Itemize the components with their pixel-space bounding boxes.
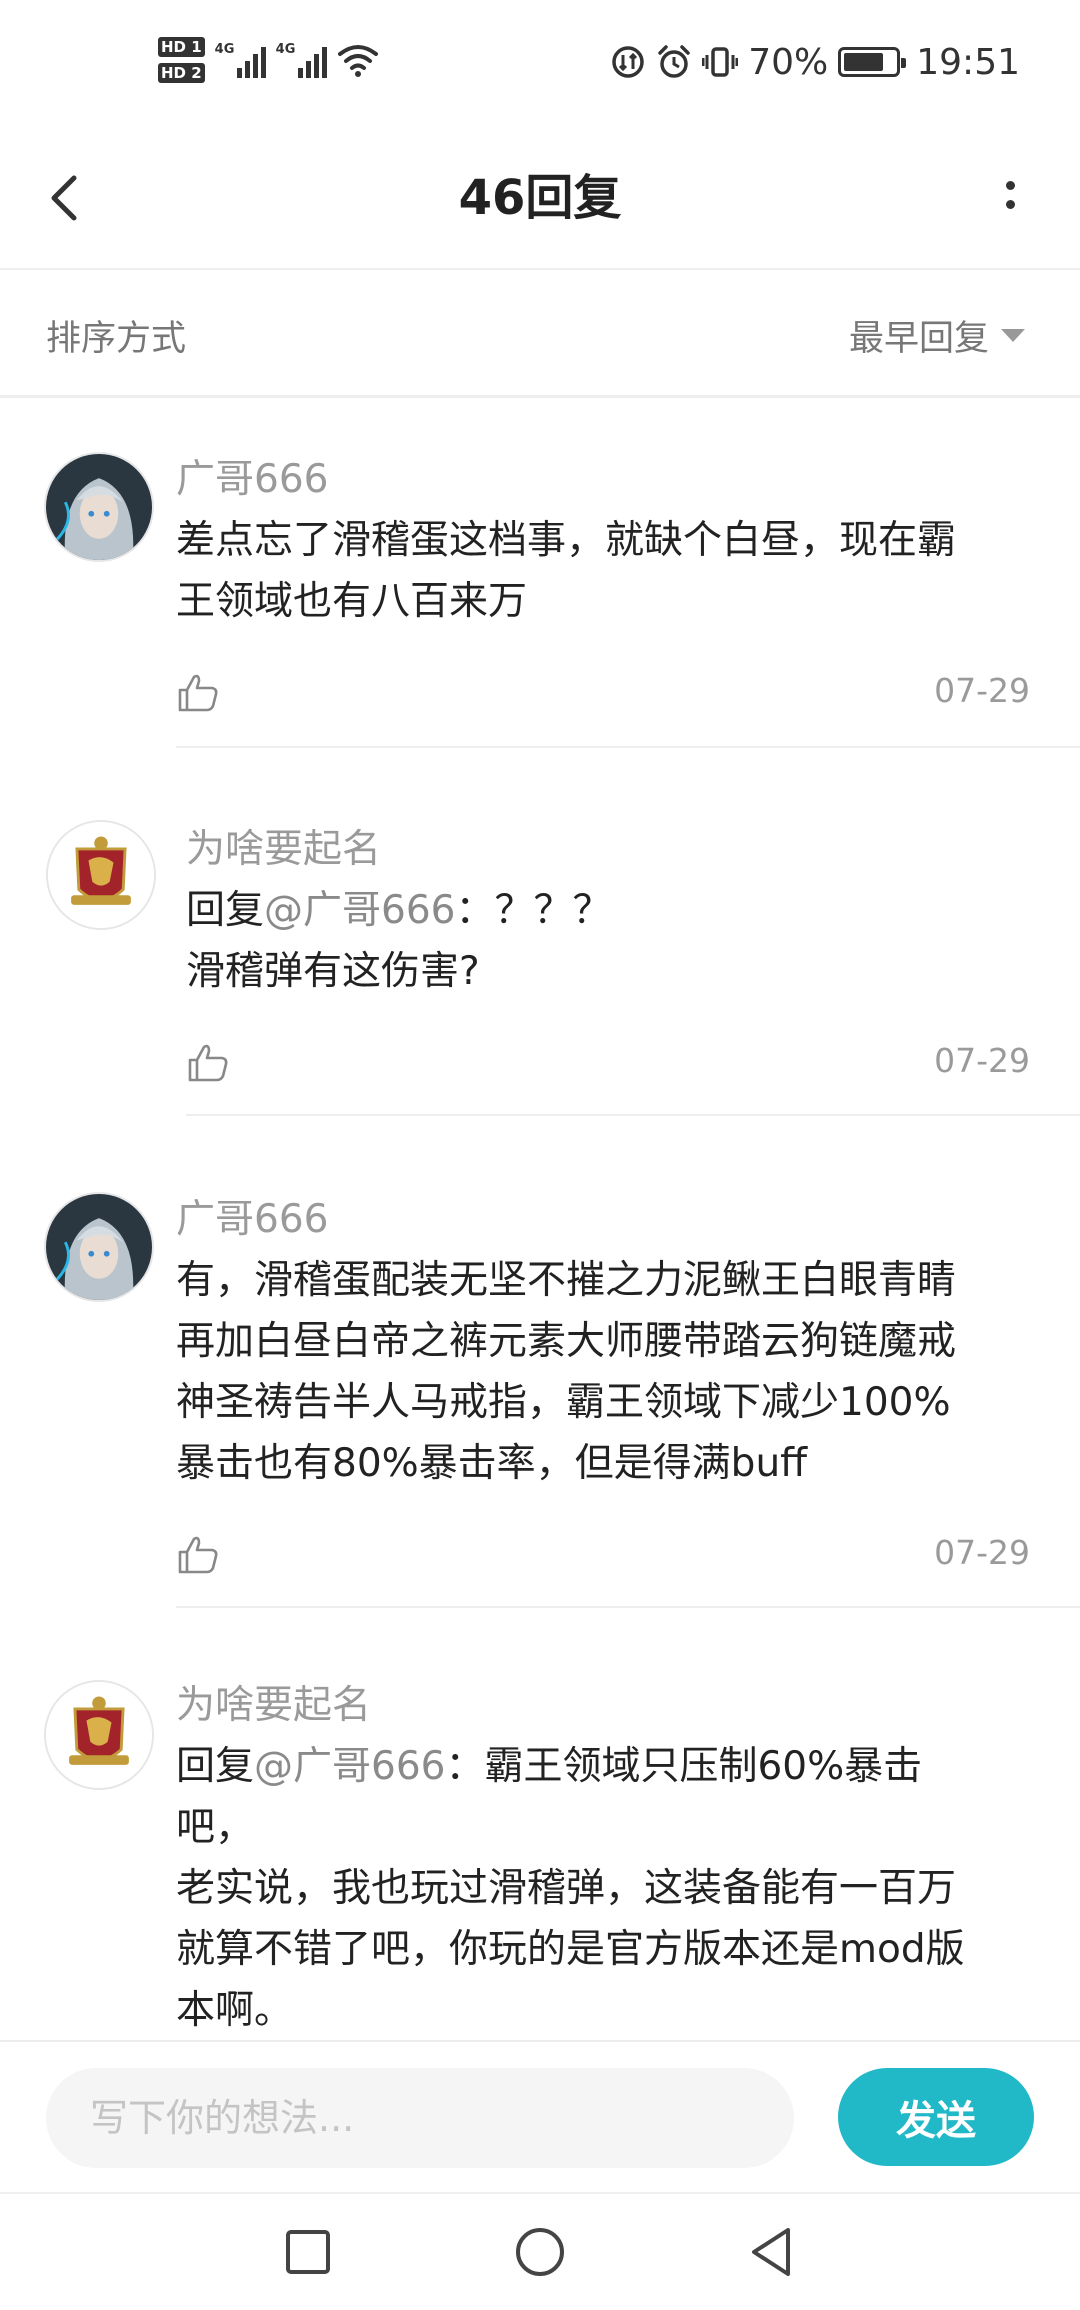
battery-percent: 70% xyxy=(748,41,829,83)
thumbs-up-icon[interactable] xyxy=(186,1040,230,1084)
comment-input[interactable] xyxy=(46,2068,794,2168)
avatar[interactable] xyxy=(44,1192,154,1302)
signal-2-icon: 4G xyxy=(276,42,327,78)
signal-1-icon: 4G xyxy=(215,42,266,78)
comment-divider xyxy=(186,1114,1080,1116)
comment-item: 广哥666 差点忘了滑稽蛋这档事，就缺个白昼，现在霸 王领域也有八百来万 07-… xyxy=(0,398,1080,748)
clock: 19:51 xyxy=(916,41,1020,83)
more-options-icon[interactable] xyxy=(990,165,1030,225)
recent-apps-icon[interactable] xyxy=(278,2222,338,2282)
thumbs-up-icon[interactable] xyxy=(176,1532,220,1576)
avatar-character-image xyxy=(46,454,152,560)
comment-date: 07-29 xyxy=(934,1533,1030,1572)
avatar-crest-image xyxy=(46,1682,152,1788)
vibrate-icon xyxy=(702,47,739,77)
system-indicators: 70% 19:51 xyxy=(610,32,1020,92)
status-bar: HD 1 HD 2 4G 4G 70% 19:51 xyxy=(0,0,1080,120)
alarm-icon xyxy=(658,45,690,78)
comment-author[interactable]: 为啥要起名 xyxy=(176,1674,371,1730)
top-app-bar: 46回复 xyxy=(0,120,1080,270)
avatar[interactable] xyxy=(44,452,154,562)
back-triangle-icon[interactable] xyxy=(742,2222,802,2282)
network-type-1: 4G xyxy=(214,42,235,57)
network-indicators: HD 1 HD 2 4G 4G xyxy=(158,28,379,92)
sort-label: 排序方式 xyxy=(46,319,187,359)
comment-date: 07-29 xyxy=(934,671,1030,710)
comment-item: 为啥要起名 回复@广哥666：霸王领域只压制60%暴击 吧， 老实说，我也玩过滑… xyxy=(0,1608,1080,2040)
comment-item: 广哥666 有，滑稽蛋配装无坚不摧之力泥鳅王白眼青睛 再加白昼白帝之裤元素大师腰… xyxy=(0,1118,1080,1608)
avatar-crest-image xyxy=(48,822,154,928)
comment-text: 有，滑稽蛋配装无坚不摧之力泥鳅王白眼青睛 再加白昼白帝之裤元素大师腰带踏云狗链魔… xyxy=(176,1258,957,1486)
battery-icon xyxy=(838,47,907,77)
send-button[interactable]: 发送 xyxy=(838,2068,1034,2166)
reply-prefix: 回复 xyxy=(176,1744,255,1789)
chevron-down-icon xyxy=(1001,329,1025,342)
battery-level-fill xyxy=(844,53,884,71)
page-title: 46回复 xyxy=(458,170,622,226)
sim1-badge: HD 1 xyxy=(158,37,205,57)
mention-link[interactable]: @广哥666 xyxy=(254,1744,445,1789)
home-icon[interactable] xyxy=(510,2222,570,2282)
mention-link[interactable]: @广哥666 xyxy=(264,888,455,933)
comment-text: 回复@广哥666：霸王领域只压制60%暴击 吧， 老实说，我也玩过滑稽弹，这装备… xyxy=(176,1736,1040,2040)
system-navigation-bar xyxy=(0,2192,1080,2310)
reply-prefix: 回复 xyxy=(186,888,265,933)
comment-text: 差点忘了滑稽蛋这档事，就缺个白昼，现在霸 王领域也有八百来万 xyxy=(176,518,957,624)
avatar[interactable] xyxy=(44,1680,154,1790)
sim-badges: HD 1 HD 2 xyxy=(158,37,205,83)
comment-author[interactable]: 为啥要起名 xyxy=(186,818,381,874)
comment-author[interactable]: 广哥666 xyxy=(176,448,328,504)
network-type-2: 4G xyxy=(275,42,296,57)
sort-dropdown[interactable]: 最早回复 xyxy=(849,310,1025,361)
sort-value-label: 最早回复 xyxy=(848,319,989,359)
thumbs-up-icon[interactable] xyxy=(176,670,220,714)
wifi-icon xyxy=(337,45,378,77)
sort-bar: 排序方式 最早回复 xyxy=(0,270,1080,398)
comment-date: 07-29 xyxy=(934,1041,1030,1080)
avatar[interactable] xyxy=(46,820,156,930)
comment-text: 回复@广哥666：？？？ 滑稽弹有这伤害? xyxy=(186,880,1040,1002)
data-saver-icon xyxy=(612,46,644,78)
comment-item: 为啥要起名 回复@广哥666：？？？ 滑稽弹有这伤害? 07-29 xyxy=(0,748,1080,1118)
avatar-character-image xyxy=(46,1194,152,1300)
comment-input-bar: 发送 xyxy=(0,2040,1080,2192)
sim2-badge: HD 2 xyxy=(158,63,205,83)
comment-author[interactable]: 广哥666 xyxy=(176,1188,328,1244)
